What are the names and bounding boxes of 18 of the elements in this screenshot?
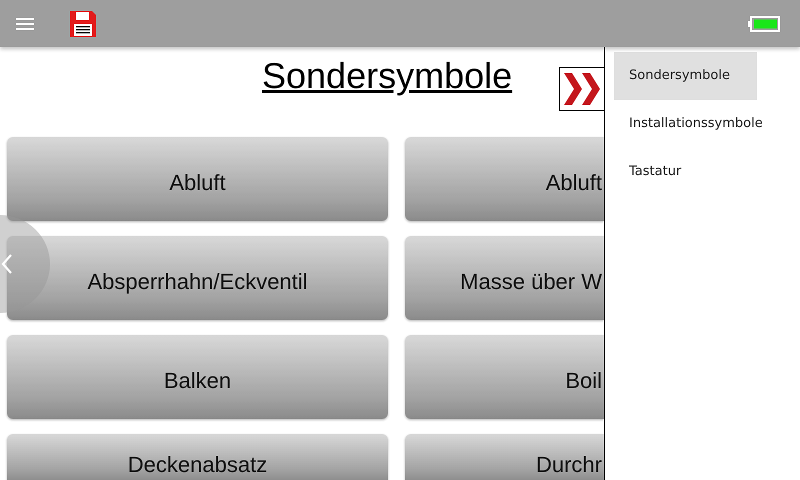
save-icon[interactable]: [70, 10, 96, 36]
symbol-button[interactable]: Boil: [405, 335, 604, 419]
drawer-item[interactable]: Tastatur: [614, 148, 696, 196]
battery-icon: [748, 16, 780, 32]
symbol-button[interactable]: Balken: [7, 335, 388, 419]
symbol-button[interactable]: Absperrhahn/Eckventil: [7, 236, 388, 320]
drawer-item[interactable]: Sondersymbole: [614, 52, 757, 100]
symbol-button[interactable]: Abluft: [7, 137, 388, 221]
menu-icon[interactable]: [16, 18, 34, 30]
symbol-button[interactable]: Abluft: [405, 137, 604, 221]
symbol-button[interactable]: Durchr: [405, 434, 604, 480]
symbol-button[interactable]: Deckenabsatz: [7, 434, 388, 480]
drawer-item[interactable]: Installationssymbole: [614, 100, 778, 148]
double-chevron-icon: [562, 71, 602, 107]
symbol-button[interactable]: Masse über W: [405, 236, 604, 320]
page-title: Sondersymbole: [262, 55, 512, 97]
chevron-left-icon: [0, 253, 14, 275]
next-button[interactable]: [559, 67, 605, 111]
